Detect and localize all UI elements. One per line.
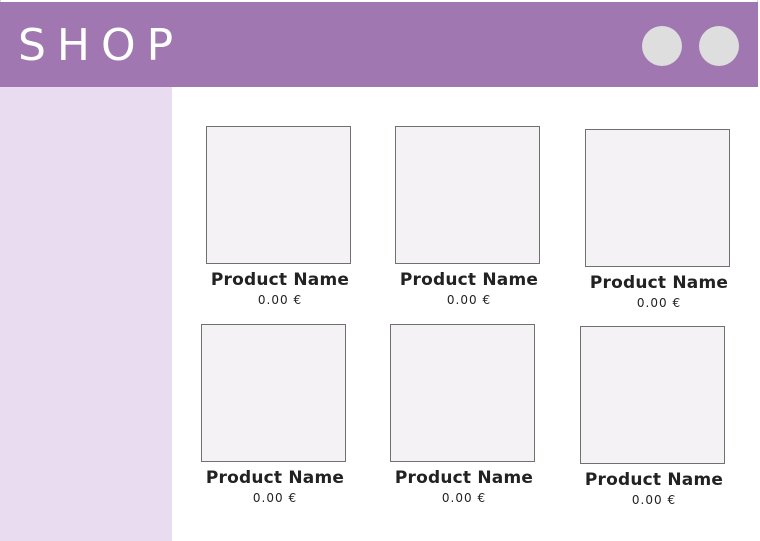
circle-icon[interactable] bbox=[699, 26, 739, 66]
product-price: 0.00 € bbox=[252, 491, 298, 505]
sidebar bbox=[0, 87, 172, 541]
product-price: 0.00 € bbox=[446, 293, 492, 307]
circle-icon[interactable] bbox=[642, 26, 682, 66]
product-name[interactable]: Product Name bbox=[579, 469, 729, 491]
header: SHOP bbox=[0, 2, 758, 87]
product-image-placeholder[interactable] bbox=[390, 324, 535, 462]
product-name[interactable]: Product Name bbox=[584, 272, 734, 294]
product-image-placeholder[interactable] bbox=[395, 126, 540, 264]
product-price: 0.00 € bbox=[441, 491, 487, 505]
product-card[interactable]: Product Name 0.00 € bbox=[389, 324, 539, 506]
product-card[interactable]: Product Name 0.00 € bbox=[205, 126, 355, 308]
product-name[interactable]: Product Name bbox=[394, 269, 544, 291]
product-name[interactable]: Product Name bbox=[200, 467, 350, 489]
product-card[interactable]: Product Name 0.00 € bbox=[579, 326, 729, 508]
product-image-placeholder[interactable] bbox=[206, 126, 351, 264]
product-price: 0.00 € bbox=[257, 293, 303, 307]
product-price: 0.00 € bbox=[631, 493, 677, 507]
product-card[interactable]: Product Name 0.00 € bbox=[394, 126, 544, 308]
product-image-placeholder[interactable] bbox=[201, 324, 346, 462]
shop-logo[interactable]: SHOP bbox=[18, 22, 184, 70]
product-card[interactable]: Product Name 0.00 € bbox=[584, 129, 734, 311]
product-image-placeholder[interactable] bbox=[585, 129, 730, 267]
product-name[interactable]: Product Name bbox=[389, 467, 539, 489]
product-image-placeholder[interactable] bbox=[580, 326, 725, 464]
product-card[interactable]: Product Name 0.00 € bbox=[200, 324, 350, 506]
product-price: 0.00 € bbox=[636, 296, 682, 310]
product-name[interactable]: Product Name bbox=[205, 269, 355, 291]
